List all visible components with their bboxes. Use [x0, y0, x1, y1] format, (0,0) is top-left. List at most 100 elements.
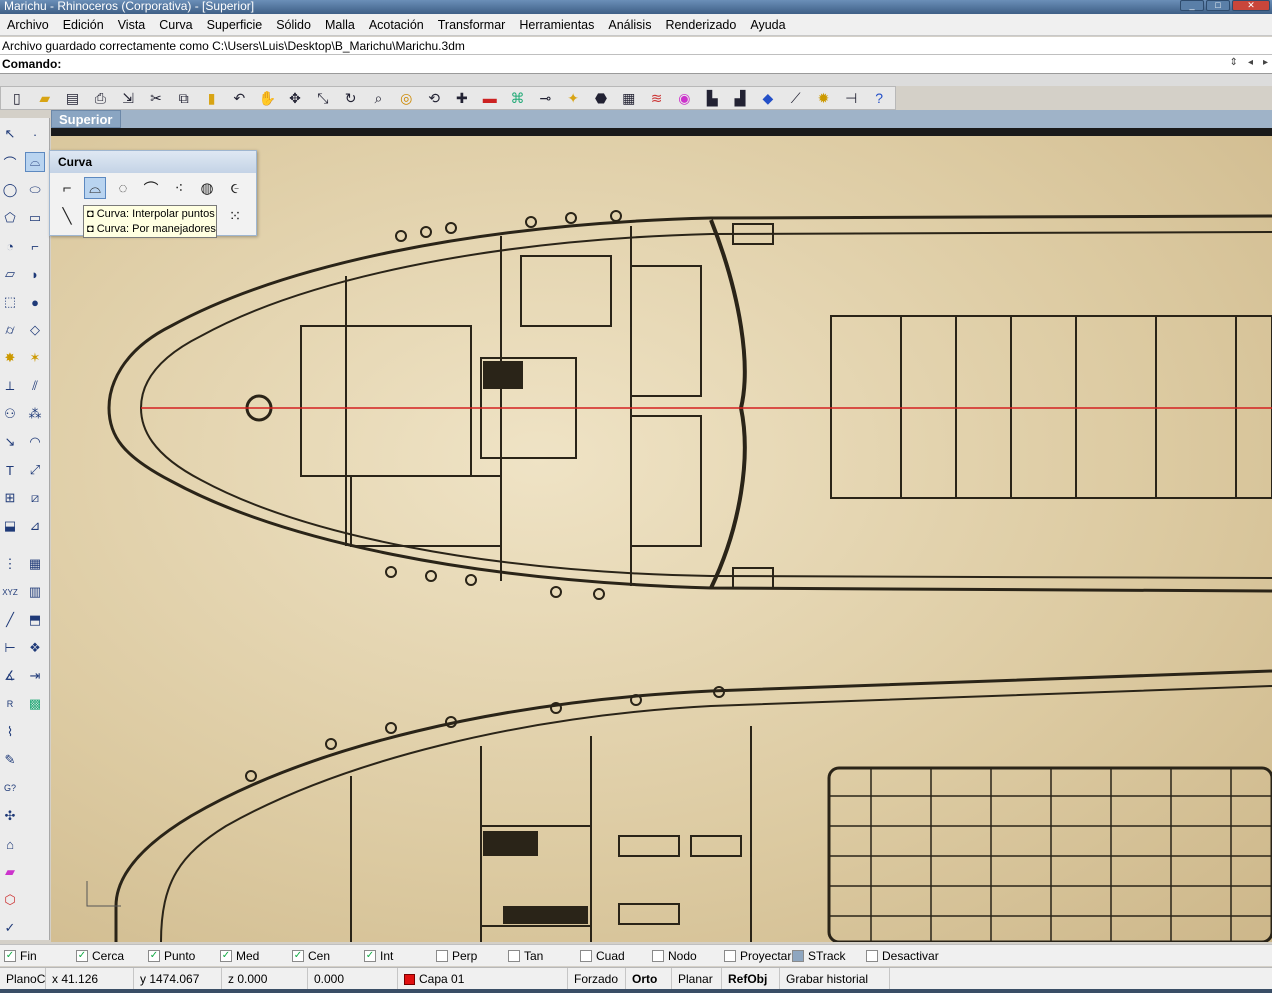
osnap-desactivar[interactable]: Desactivar	[866, 949, 946, 963]
point-tool-icon[interactable]: ·	[25, 124, 45, 144]
menu-vista[interactable]: Vista	[111, 14, 153, 36]
rainbow-tool-icon[interactable]: ▰	[0, 862, 20, 882]
offset-tool-icon[interactable]: ⤢	[25, 460, 45, 480]
radius-tool-icon[interactable]: R	[0, 694, 20, 714]
scale-tool-icon[interactable]: ◠	[25, 432, 45, 452]
join-tool-icon[interactable]: ⚇	[0, 404, 20, 424]
maximize-icon[interactable]: □	[1206, 0, 1230, 11]
split-tool-icon[interactable]: ⫽	[25, 376, 45, 396]
osnap-tan-checkbox[interactable]	[508, 949, 520, 962]
surface-tool-icon[interactable]: ▱	[0, 264, 20, 284]
trim-tool-icon[interactable]: ⟂	[0, 376, 20, 396]
undo-icon[interactable]: ↶	[228, 88, 252, 108]
color-wheel-icon[interactable]: ◉	[673, 88, 697, 108]
osnap-cuad-checkbox[interactable]	[580, 949, 592, 962]
zoom-window-icon[interactable]: ⌕	[367, 88, 391, 108]
interpolate-curve-icon[interactable]: ⌓	[84, 177, 106, 199]
status-forzado[interactable]: Forzado	[568, 967, 626, 990]
pen-tool-icon[interactable]: ✎	[0, 750, 20, 770]
menu-transformar[interactable]: Transformar	[431, 14, 513, 36]
osnap-int-checkbox[interactable]: ✓	[364, 949, 376, 962]
blend-curve-icon[interactable]: ⁙	[224, 205, 246, 227]
helix-curve-icon[interactable]: ◍	[196, 177, 218, 199]
menu-solido[interactable]: Sólido	[269, 14, 318, 36]
arrow-left-icon[interactable]: ◂	[1248, 57, 1253, 68]
grid-snap-icon[interactable]: ✚	[450, 88, 474, 108]
osnap-cen-checkbox[interactable]: ✓	[292, 949, 304, 962]
xyz-tool-icon[interactable]: XYZ	[0, 582, 20, 602]
dimension-tool-icon[interactable]: ⊿	[25, 516, 45, 536]
osnap-strack-checkbox[interactable]	[792, 949, 804, 962]
text-tool-icon[interactable]: T	[0, 460, 20, 480]
menu-renderizado[interactable]: Renderizado	[658, 14, 743, 36]
cube-tool-icon[interactable]: ⬡	[0, 890, 20, 910]
osnap-proyectar-checkbox[interactable]	[724, 949, 736, 962]
menu-archivo[interactable]: Archivo	[0, 14, 56, 36]
osnap-punto[interactable]: ✓ Punto	[148, 949, 220, 963]
polygon-tool-icon[interactable]: ⬠	[0, 208, 20, 228]
select-arrow-icon[interactable]: ↖	[0, 124, 20, 144]
close-icon[interactable]: ✕	[1232, 0, 1270, 11]
print-icon[interactable]: ⎙	[88, 88, 112, 108]
snap-icon[interactable]: ✦	[561, 88, 585, 108]
osnap-punto-checkbox[interactable]: ✓	[148, 949, 160, 962]
menu-curva[interactable]: Curva	[152, 14, 199, 36]
polyline-curve-icon[interactable]: ⌐	[56, 177, 78, 199]
pan-hand-icon[interactable]: ✋	[255, 88, 279, 108]
osnap-fin-checkbox[interactable]: ✓	[4, 949, 16, 962]
viewport-tab-superior[interactable]: Superior	[51, 110, 121, 128]
zoom-selected-icon[interactable]: ⟲	[422, 88, 446, 108]
layer-icon[interactable]: ▦	[617, 88, 641, 108]
import-icon[interactable]: ⇲	[116, 88, 140, 108]
zoom-icon[interactable]: ⤡	[311, 88, 335, 108]
tools-icon[interactable]: ⊣	[839, 88, 863, 108]
polyline-tool-icon[interactable]: ⌇	[0, 722, 20, 742]
material-icon[interactable]: ◆	[756, 88, 780, 108]
sphere-tool-icon[interactable]: ●	[25, 292, 45, 312]
explode-tool-icon[interactable]: ✶	[25, 348, 45, 368]
line-tool-icon[interactable]: ╱	[0, 610, 20, 630]
rectangle-tool-icon[interactable]: ▭	[25, 208, 45, 228]
osnap-nodo[interactable]: Nodo	[652, 949, 724, 963]
menu-acotacion[interactable]: Acotación	[362, 14, 431, 36]
osnap-int[interactable]: ✓ Int	[364, 949, 436, 963]
curve-group-icon[interactable]: ⌓	[25, 152, 45, 172]
shade-icon[interactable]: ⬣	[589, 88, 613, 108]
angle-tool-icon[interactable]: ∡	[0, 666, 20, 686]
osnap-tan[interactable]: Tan	[508, 949, 580, 963]
continuity-tool-icon[interactable]: G?	[0, 778, 20, 798]
boolean-tool-icon[interactable]: ✸	[0, 348, 20, 368]
menu-superficie[interactable]: Superficie	[200, 14, 270, 36]
sketch-curve-icon[interactable]: ╲	[56, 205, 78, 227]
rotate-view-icon[interactable]: ↻	[339, 88, 363, 108]
control-point-curve-icon[interactable]: ⁖	[168, 177, 190, 199]
arc-tool-icon[interactable]: ◔	[0, 236, 20, 256]
osnap-med-checkbox[interactable]: ✓	[220, 949, 232, 962]
select-icon[interactable]: ⌘	[506, 88, 530, 108]
arrow-right-icon[interactable]: ▸	[1263, 57, 1268, 68]
arc-curve-icon[interactable]: ⌒	[140, 177, 162, 199]
options-icon[interactable]: ✹	[812, 88, 836, 108]
transform-tool-icon[interactable]: ❖	[25, 638, 45, 658]
viewport-superior[interactable]	[51, 136, 1272, 942]
fillet-tool-icon[interactable]: ⌐	[25, 236, 45, 256]
status-layer[interactable]: Capa 01	[398, 967, 568, 990]
osnap-med[interactable]: ✓ Med	[220, 949, 292, 963]
layers-stack-icon[interactable]: ≋	[645, 88, 669, 108]
status-grabar-historial[interactable]: Grabar historial	[780, 967, 890, 990]
cut-icon[interactable]: ✂	[144, 88, 168, 108]
move-tool-icon[interactable]: ↘	[0, 432, 20, 452]
osnap-cuad[interactable]: Cuad	[580, 949, 652, 963]
osnap-perp[interactable]: Perp	[436, 949, 508, 963]
check-tool-icon[interactable]: ✓	[0, 918, 20, 938]
texture-tool-icon[interactable]: ▩	[25, 694, 45, 714]
tag-tool-icon[interactable]: ⌂	[0, 834, 20, 854]
osnap-cerca-checkbox[interactable]: ✓	[76, 949, 88, 962]
zoom-extents-icon[interactable]: ◎	[394, 88, 418, 108]
orient-tool-icon[interactable]: ⊢	[0, 638, 20, 658]
osnap-strack[interactable]: STrack	[792, 949, 866, 963]
mesh-tool-icon[interactable]: ◇	[25, 320, 45, 340]
osnap-proyectar[interactable]: Proyectar	[724, 949, 792, 963]
osnap-cerca[interactable]: ✓ Cerca	[76, 949, 148, 963]
extrude-tool-icon[interactable]: ⬒	[25, 610, 45, 630]
